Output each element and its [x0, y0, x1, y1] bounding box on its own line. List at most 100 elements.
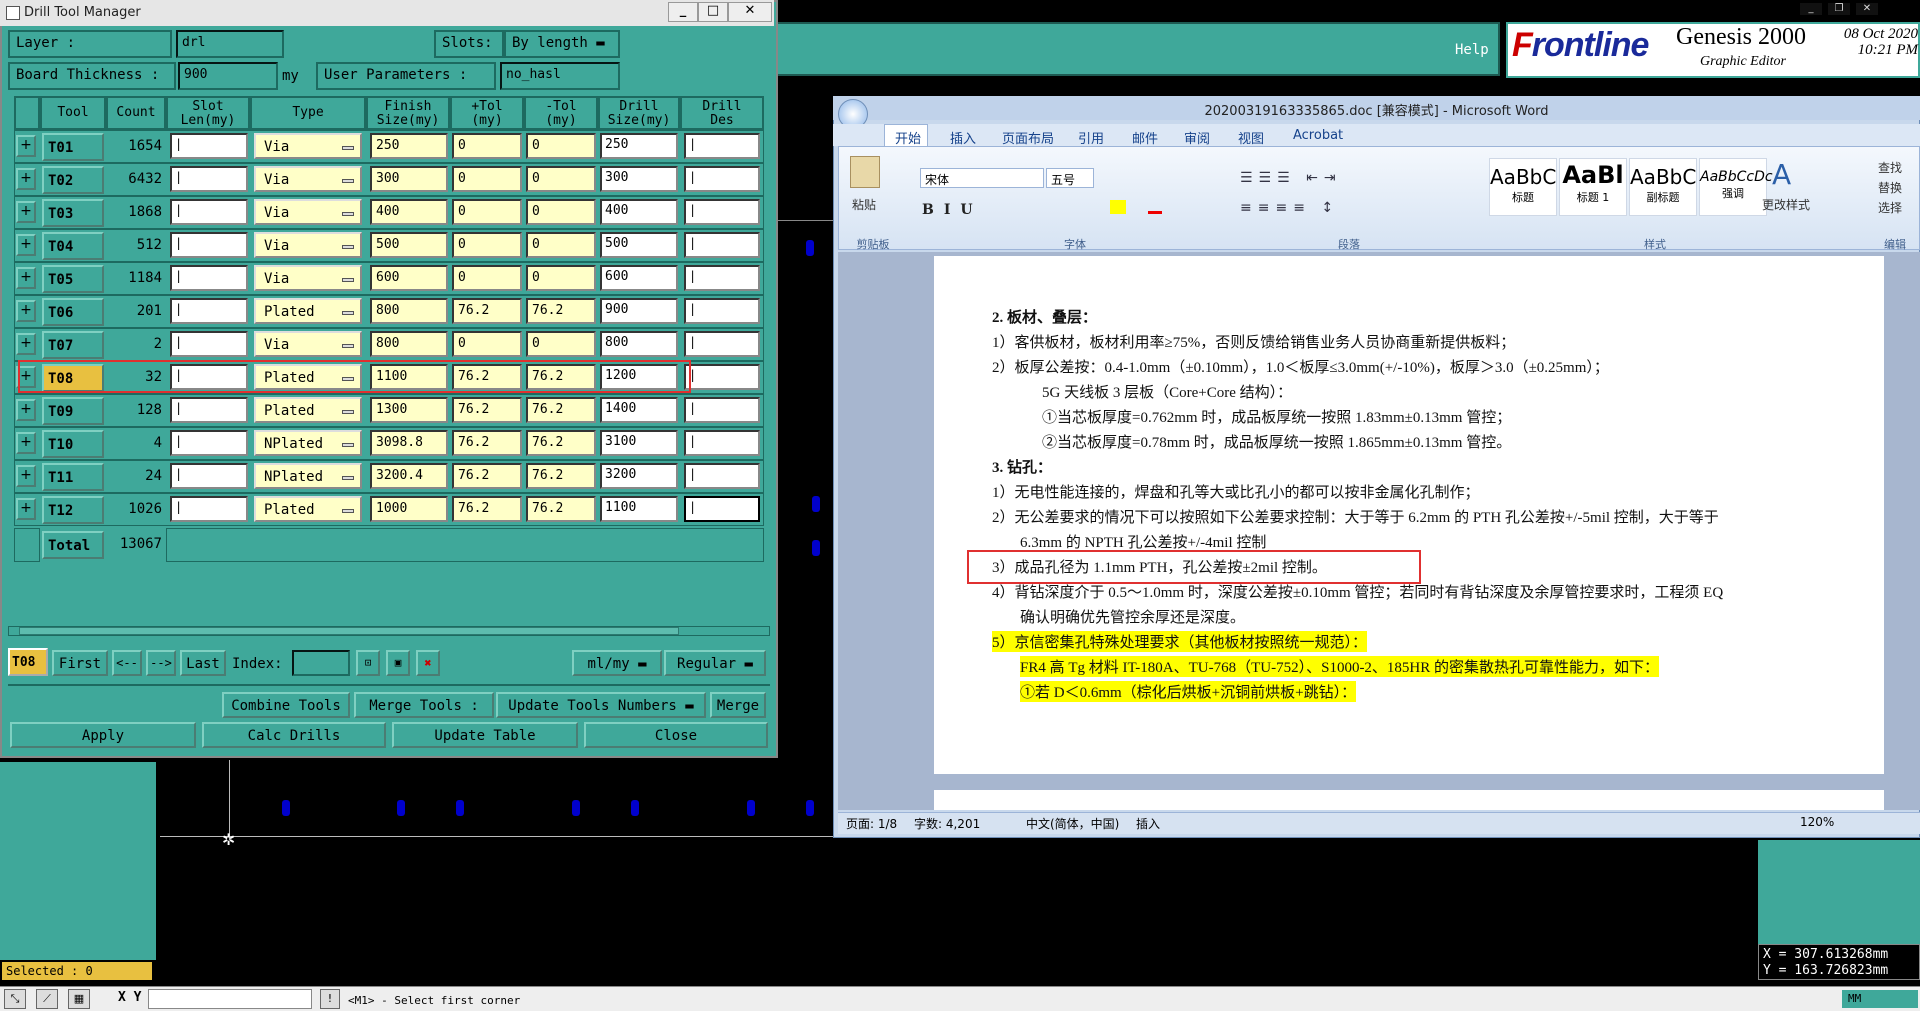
paste-label[interactable]: 粘贴 — [852, 196, 876, 213]
drill-des-input[interactable]: | — [684, 298, 760, 324]
tab-mailings[interactable]: 邮件 — [1132, 128, 1158, 147]
drill-size-input[interactable]: 3100 — [600, 430, 678, 456]
prev-button[interactable]: <-- — [112, 650, 142, 676]
change-styles[interactable]: 更改样式 — [1762, 196, 1810, 213]
info-icon[interactable]: ! — [320, 989, 340, 1009]
expand-icon[interactable]: + — [16, 300, 36, 322]
close-button[interactable]: Close — [584, 722, 768, 748]
minus-tol-input[interactable]: 0 — [526, 331, 596, 357]
expand-icon[interactable]: + — [16, 498, 36, 520]
drill-des-input[interactable]: | — [684, 397, 760, 423]
expand-icon[interactable]: + — [16, 465, 36, 487]
type-select[interactable]: Plated — [254, 397, 362, 423]
expand-icon[interactable]: + — [16, 432, 36, 454]
style-heading1[interactable]: AaBl 标题 1 — [1559, 158, 1627, 216]
finish-size-input[interactable]: 3200.4 — [370, 463, 448, 489]
combine-tools-button[interactable]: Combine Tools — [222, 692, 350, 718]
finish-size-input[interactable]: 300 — [370, 166, 448, 192]
drill-des-input[interactable]: | — [684, 199, 760, 225]
user-params-input[interactable]: no_hasl — [500, 62, 620, 90]
expand-icon[interactable]: + — [16, 267, 36, 289]
style-emphasis[interactable]: AaBbCcDc 强调 — [1699, 158, 1773, 216]
type-select[interactable]: Via — [254, 331, 362, 357]
align-buttons[interactable]: ≡≡≡≡ ↕ — [1240, 200, 1440, 220]
board-thickness-input[interactable]: 900 — [178, 62, 278, 90]
drill-des-input[interactable]: | — [684, 265, 760, 291]
measure-icon[interactable]: ⟋ — [36, 989, 58, 1009]
plus-tol-input[interactable]: 0 — [452, 331, 522, 357]
zoom-icon[interactable]: ⤡ — [4, 989, 26, 1009]
minus-tol-input[interactable]: 0 — [526, 232, 596, 258]
minus-tol-input[interactable]: 0 — [526, 166, 596, 192]
tool-id[interactable]: T07 — [42, 331, 104, 359]
tool-id[interactable]: T03 — [42, 199, 104, 227]
merge-button[interactable]: Merge — [710, 692, 766, 718]
type-select[interactable]: Via — [254, 166, 362, 192]
expand-icon[interactable]: + — [16, 168, 36, 190]
tab-page-layout[interactable]: 页面布局 — [1002, 128, 1054, 147]
finish-size-input[interactable]: 250 — [370, 133, 448, 159]
slot-len-input[interactable]: | — [170, 397, 248, 423]
expand-icon[interactable]: + — [16, 234, 36, 256]
tool-id[interactable]: T06 — [42, 298, 104, 326]
minus-tol-input[interactable]: 0 — [526, 265, 596, 291]
type-select[interactable]: Via — [254, 199, 362, 225]
expand-icon[interactable]: + — [16, 201, 36, 223]
tool-id[interactable]: T11 — [42, 463, 104, 491]
type-select[interactable]: Via — [254, 133, 362, 159]
drill-des-input[interactable]: | — [684, 496, 760, 522]
tab-home[interactable]: 开始 — [895, 128, 921, 147]
type-select[interactable]: Plated — [254, 496, 362, 522]
drill-size-input[interactable]: 1100 — [600, 496, 678, 522]
minus-tol-input[interactable]: 76.2 — [526, 463, 596, 489]
plus-tol-input[interactable]: 76.2 — [452, 298, 522, 324]
plus-tol-input[interactable]: 0 — [452, 133, 522, 159]
drill-des-input[interactable]: | — [684, 430, 760, 456]
expand-icon[interactable]: + — [16, 135, 36, 157]
index-input[interactable] — [292, 650, 350, 676]
tool-id[interactable]: T01 — [42, 133, 104, 161]
find-button[interactable]: 查找 — [1878, 158, 1902, 178]
font-name-select[interactable]: 宋体 — [920, 168, 1044, 188]
drill-des-input[interactable]: | — [684, 463, 760, 489]
font-size-select[interactable]: 五号 — [1046, 168, 1094, 188]
drill-size-input[interactable]: 400 — [600, 199, 678, 225]
tool-id[interactable]: T05 — [42, 265, 104, 293]
minimize-icon[interactable]: _ — [1800, 3, 1822, 15]
select-button[interactable]: 选择 — [1878, 198, 1902, 218]
next-button[interactable]: --> — [146, 650, 176, 676]
slot-len-input[interactable]: | — [170, 232, 248, 258]
tool-id[interactable]: T04 — [42, 232, 104, 260]
highlight-icon[interactable] — [1110, 200, 1126, 214]
drill-des-input[interactable]: | — [684, 331, 760, 357]
tab-acrobat[interactable]: Acrobat — [1293, 128, 1343, 143]
slot-len-input[interactable]: | — [170, 463, 248, 489]
plus-tol-input[interactable]: 0 — [452, 199, 522, 225]
paste-icon[interactable] — [850, 156, 880, 188]
apply-button[interactable]: Apply — [10, 722, 196, 748]
help-menu[interactable]: Help — [1455, 42, 1489, 58]
tab-references[interactable]: 引用 — [1078, 128, 1104, 147]
type-select[interactable]: Via — [254, 232, 362, 258]
finish-size-input[interactable]: 3098.8 — [370, 430, 448, 456]
plus-tol-input[interactable]: 76.2 — [452, 397, 522, 423]
unit-mode-select[interactable]: ml/my ▬ — [572, 650, 662, 676]
drill-des-input[interactable]: | — [684, 166, 760, 192]
finish-size-input[interactable]: 400 — [370, 199, 448, 225]
lock-icon[interactable]: ⊡ — [356, 650, 380, 676]
zoom-level[interactable]: 120% — [1800, 815, 1834, 829]
type-select[interactable]: NPlated — [254, 463, 362, 489]
style-subtitle[interactable]: AaBbC 副标题 — [1629, 158, 1697, 216]
grid-icon[interactable]: ▦ — [68, 989, 90, 1009]
font-format-buttons[interactable]: BIU — [922, 202, 983, 218]
tool-id[interactable]: T09 — [42, 397, 104, 425]
plus-tol-input[interactable]: 76.2 — [452, 496, 522, 522]
slot-len-input[interactable]: | — [170, 298, 248, 324]
finish-size-input[interactable]: 800 — [370, 331, 448, 357]
drill-size-input[interactable]: 900 — [600, 298, 678, 324]
minus-tol-input[interactable]: 0 — [526, 199, 596, 225]
slot-len-input[interactable]: | — [170, 430, 248, 456]
style-title[interactable]: AaBbC 标题 — [1489, 158, 1557, 216]
maximize-button[interactable]: □ — [698, 2, 728, 22]
plus-tol-input[interactable]: 76.2 — [452, 430, 522, 456]
